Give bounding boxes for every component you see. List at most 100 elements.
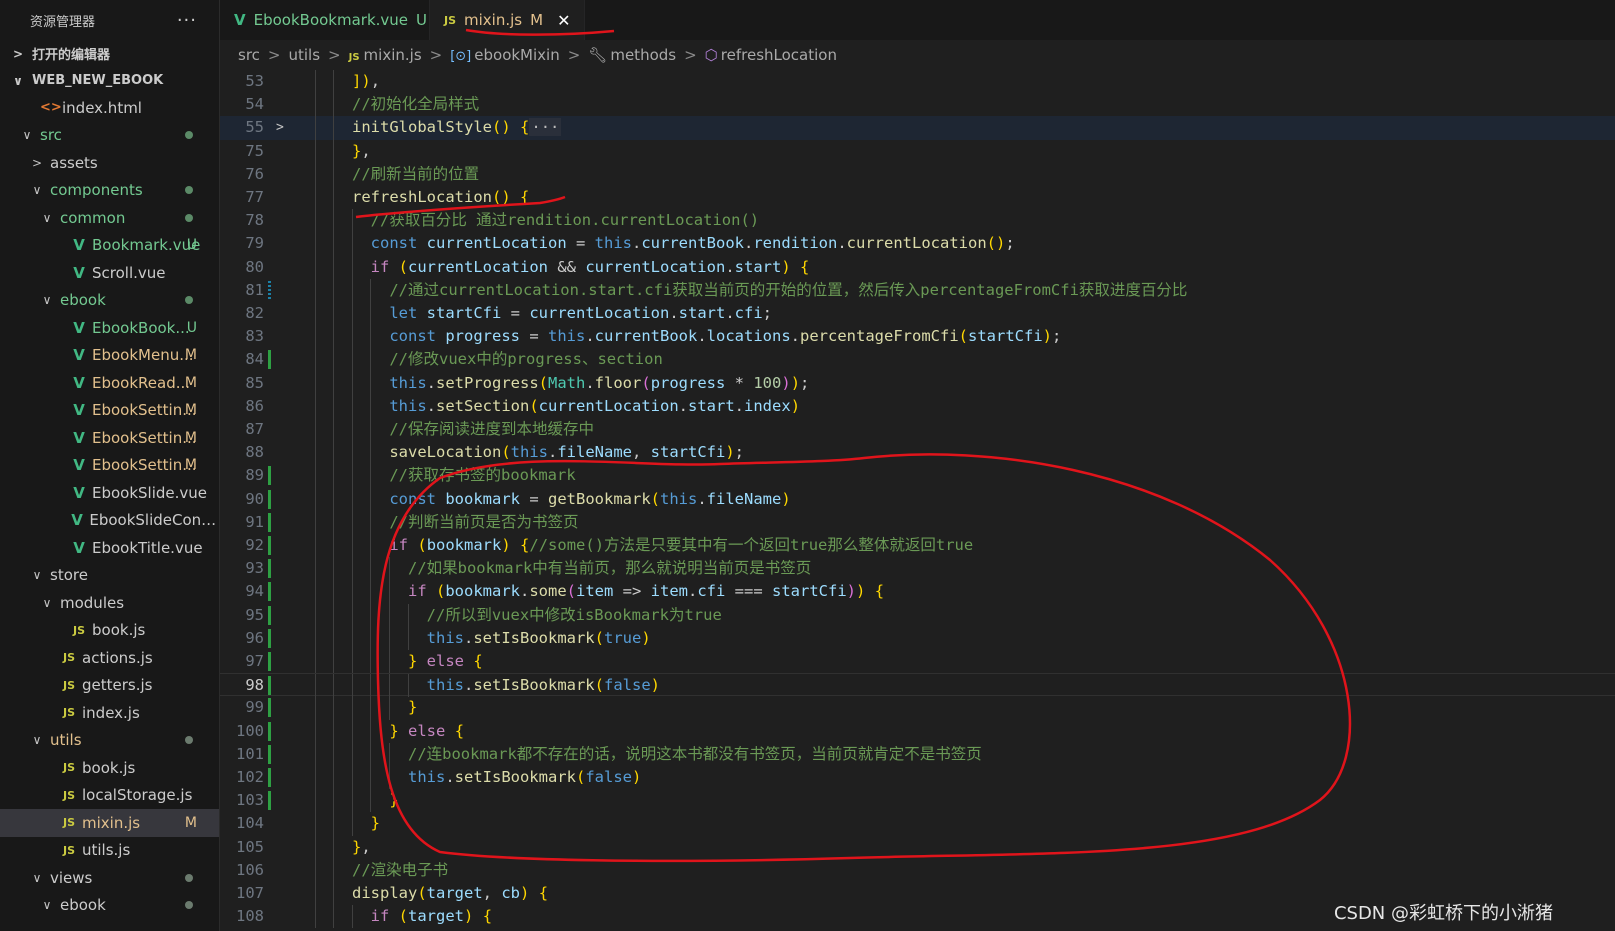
code-line[interactable]: 86 this.setSection(currentLocation.start… <box>220 394 1615 418</box>
tree-item[interactable]: JS book.js <box>0 617 219 645</box>
tree-item[interactable]: JS getters.js <box>0 672 219 700</box>
code-line[interactable]: 80 if (currentLocation && currentLocatio… <box>220 255 1615 279</box>
git-change-dot <box>185 873 193 882</box>
code-line[interactable]: 79 const currentLocation = this.currentB… <box>220 232 1615 256</box>
tab-mixin-js[interactable]: JS mixin.js M ✕ <box>430 0 586 40</box>
code-text: } <box>389 791 399 810</box>
tree-item[interactable]: ∨ src <box>0 122 219 150</box>
fold-chevron-icon[interactable]: > <box>276 116 284 139</box>
tree-item[interactable]: V EbookSlideConte... <box>0 507 219 535</box>
tree-item[interactable]: JS utils.js <box>0 837 219 865</box>
code-text: //获取存书签的bookmark <box>389 466 576 485</box>
tree-item[interactable]: ∨ common <box>0 204 219 232</box>
tree-item[interactable]: V EbookSettin... M <box>0 424 219 452</box>
code-editor[interactable]: 53 ]), 54 //初始化全局样式 55 > initGlobalStyle() … <box>220 70 1615 931</box>
code-line[interactable]: 93 //如果bookmark中有当前页，那么就说明当前页是书签页 <box>220 557 1615 581</box>
code-line[interactable]: 77 refreshLocation() { <box>220 186 1615 210</box>
tree-item[interactable]: JS book.js <box>0 754 219 782</box>
code-line[interactable]: 96 this.setIsBookmark(true) <box>220 626 1615 650</box>
code-line[interactable]: 81 //通过currentLocation.start.cfi获取当前页的开始… <box>220 278 1615 302</box>
code-line[interactable]: 103 } <box>220 789 1615 813</box>
line-number: 87 <box>245 420 264 438</box>
tree-item[interactable]: V EbookBook... U <box>0 314 219 342</box>
tree-item-label: index.js <box>82 703 140 722</box>
tree-item[interactable]: ∨ components <box>0 177 219 205</box>
git-added-marker <box>268 721 271 741</box>
code-line[interactable]: 94 if (bookmark.some(item => item.cfi ==… <box>220 580 1615 604</box>
code-line[interactable]: 105 }, <box>220 835 1615 859</box>
tree-item-label: modules <box>60 593 125 612</box>
code-line[interactable]: 90 const bookmark = getBookmark(this.fil… <box>220 487 1615 511</box>
tree-item[interactable]: JS actions.js <box>0 644 219 672</box>
code-line[interactable]: 106 //渲染电子书 <box>220 858 1615 882</box>
code-text: this.setSection(currentLocation.start.in… <box>389 396 801 415</box>
code-line[interactable]: 76 //刷新当前的位置 <box>220 162 1615 186</box>
code-line[interactable]: 91 //判断当前页是否为书签页 <box>220 510 1615 534</box>
tree-item[interactable]: V Bookmark.vue U <box>0 232 219 260</box>
line-number: 104 <box>236 814 264 833</box>
tree-item[interactable]: <> index.html <box>0 94 219 122</box>
breadcrumb-item[interactable]: ⬡ refreshLocation <box>705 46 837 64</box>
code-text: //初始化全局样式 <box>352 95 480 114</box>
code-line[interactable]: 85 this.setProgress(Math.floor(progress … <box>220 371 1615 395</box>
tree-item[interactable]: JS mixin.js M <box>0 809 219 837</box>
tree-item[interactable]: V EbookSlide.vue <box>0 479 219 507</box>
vue-file-icon: V <box>73 428 85 447</box>
breadcrumb-item[interactable]: utils <box>288 46 320 64</box>
code-line[interactable]: 87 //保存阅读进度到本地缓存中 <box>220 418 1615 442</box>
close-icon[interactable]: ✕ <box>557 11 570 30</box>
tree-item[interactable]: ∨ views <box>0 864 219 892</box>
breadcrumb-item[interactable]: JS mixin.js <box>349 46 422 64</box>
code-line[interactable]: 89 //获取存书签的bookmark <box>220 464 1615 488</box>
line-number: 92 <box>245 536 264 554</box>
git-status-badge: M <box>184 457 197 474</box>
tree-item[interactable]: V EbookMenu... M <box>0 342 219 370</box>
tree-item[interactable]: V Scroll.vue <box>0 259 219 287</box>
line-number: 80 <box>245 257 264 276</box>
code-line[interactable]: 100 } else { <box>220 719 1615 743</box>
code-line[interactable]: 84 //修改vuex中的progress、section <box>220 348 1615 372</box>
tree-item[interactable]: > assets <box>0 149 219 177</box>
code-line[interactable]: 83 const progress = this.currentBook.loc… <box>220 325 1615 349</box>
tree-item[interactable]: ∨ ebook <box>0 892 219 920</box>
tree-item[interactable]: V EbookRead... M <box>0 369 219 397</box>
tree-item[interactable]: ∨ modules <box>0 589 219 617</box>
open-editors-section[interactable]: > 打开的编辑器 <box>0 40 219 67</box>
breadcrumb-item[interactable]: [⊙] ebookMixin <box>450 46 560 64</box>
code-line[interactable]: 78 //获取百分比 通过rendition.currentLocation() <box>220 209 1615 233</box>
line-number: 88 <box>245 443 264 462</box>
chevron-down-icon: ∨ <box>22 128 32 143</box>
code-line[interactable]: 82 let startCfi = currentLocation.start.… <box>220 302 1615 326</box>
code-line[interactable]: 95 //所以到vuex中修改isBookmark为true <box>220 603 1615 627</box>
code-line[interactable]: 75 }, <box>220 139 1615 163</box>
code-text: const bookmark = getBookmark(this.fileNa… <box>389 489 791 508</box>
git-status-badge: U <box>186 319 197 336</box>
tree-item[interactable]: ∨ store <box>0 562 219 590</box>
code-line[interactable]: 102 this.setIsBookmark(false) <box>220 766 1615 790</box>
tree-item[interactable]: V EbookTitle.vue <box>0 534 219 562</box>
vue-file-icon: V <box>234 11 246 29</box>
code-line[interactable]: 104 } <box>220 812 1615 836</box>
code-line[interactable]: 97 } else { <box>220 650 1615 674</box>
tree-item[interactable]: ∨ ebook <box>0 287 219 315</box>
tab-ebookbookmark-vue[interactable]: V EbookBookmark.vue U <box>220 0 430 40</box>
project-section[interactable]: ∨ WEB_NEW_EBOOK <box>0 67 219 94</box>
tree-item[interactable]: V EbookSettin... M <box>0 397 219 425</box>
tree-item[interactable]: ∨ utils <box>0 727 219 755</box>
breadcrumb-item[interactable]: 🔧︎ methods <box>588 46 676 64</box>
code-line[interactable]: 101 //连bookmark都不存在的话，说明这本书都没有书签页，当前页就肯定… <box>220 742 1615 766</box>
tree-item[interactable]: JS localStorage.js <box>0 782 219 810</box>
code-line[interactable]: 54 //初始化全局样式 <box>220 93 1615 117</box>
more-actions-icon[interactable]: ··· <box>177 10 197 31</box>
code-line[interactable]: 99 } <box>220 696 1615 720</box>
code-line[interactable]: 92 if (bookmark) {//some()方法是只要其中有一个返回tr… <box>220 534 1615 558</box>
code-line[interactable]: 55 > initGlobalStyle() {··· <box>220 116 1615 140</box>
code-line[interactable]: 98 this.setIsBookmark(false) <box>220 673 1615 698</box>
tree-item[interactable]: V EbookSettin... M <box>0 452 219 480</box>
code-line[interactable]: 53 ]), <box>220 70 1615 94</box>
tree-item-label: ebook <box>60 896 106 915</box>
code-line[interactable]: 88 saveLocation(this.fileName, startCfi)… <box>220 441 1615 465</box>
tree-item-label: utils.js <box>82 841 131 860</box>
tree-item[interactable]: JS index.js <box>0 699 219 727</box>
breadcrumb-item[interactable]: src <box>238 46 260 64</box>
